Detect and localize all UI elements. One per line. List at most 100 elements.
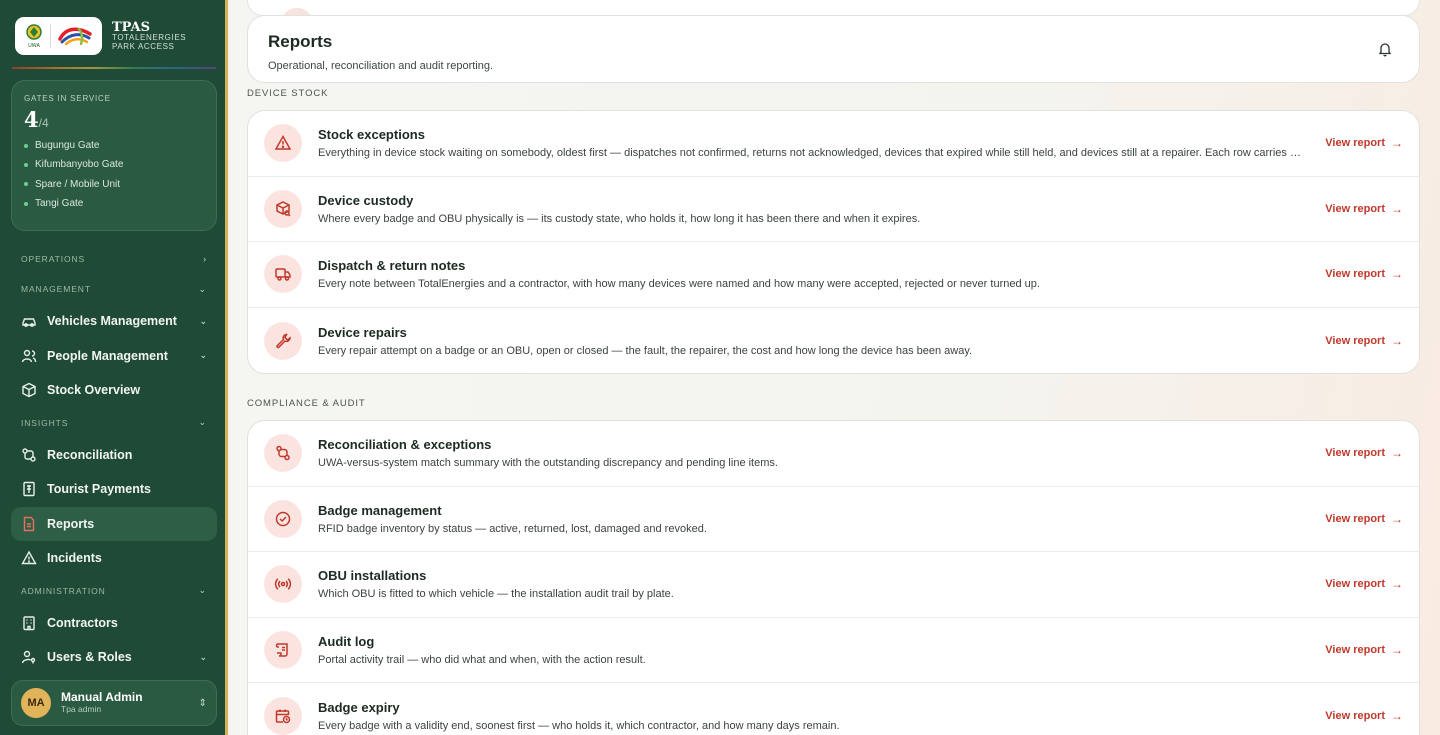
nav-section-insights[interactable]: INSIGHTS ⌄	[11, 408, 217, 438]
scroll-text-icon	[264, 631, 302, 670]
chevron-down-icon: ⌄	[199, 315, 207, 326]
view-report-label: View report	[1325, 512, 1385, 525]
report-text: Dispatch & return notes Every note betwe…	[318, 258, 1307, 290]
sidebar-item-people[interactable]: People Management ⌄	[11, 339, 217, 374]
user-menu[interactable]: MA Manual Admin Tpa admin ⇕	[11, 680, 217, 726]
report-text: Badge expiry Every badge with a validity…	[318, 700, 1307, 732]
report-row[interactable]: Badge expiry Every badge with a validity…	[248, 683, 1419, 735]
file-report-icon	[21, 516, 37, 532]
gates-label: GATES IN SERVICE	[24, 94, 111, 103]
view-report-link[interactable]: View report →	[1325, 709, 1403, 723]
nav-section-administration[interactable]: ADMINISTRATION ⌄	[11, 576, 217, 606]
view-report-label: View report	[1325, 202, 1385, 215]
arrow-right-icon: →	[1391, 643, 1403, 658]
report-row[interactable]: Device repairs Every repair attempt on a…	[248, 308, 1419, 374]
sidebar-item-reports[interactable]: Reports	[11, 506, 217, 541]
warning-icon	[21, 550, 37, 566]
user-role: Tpa admin	[61, 704, 102, 715]
view-report-link[interactable]: View report →	[1325, 202, 1403, 216]
report-title: Badge management	[318, 502, 442, 518]
report-title: Audit log	[318, 634, 375, 650]
report-title: Device repairs	[318, 324, 407, 340]
view-report-link[interactable]: View report →	[1325, 512, 1403, 526]
report-row[interactable]: Reconciliation & exceptions UWA-versus-s…	[248, 421, 1419, 487]
sidebar-item-reconciliation[interactable]: Reconciliation	[11, 438, 217, 473]
user-name: Manual Admin	[61, 690, 143, 705]
nav-section-operations[interactable]: OPERATIONS ›	[11, 244, 217, 274]
device-stock-report-list: Stock exceptions Everything in device st…	[247, 110, 1420, 375]
gates-in-service-card: GATES IN SERVICE 4/4 Bugungu Gate Kifumb…	[11, 80, 217, 231]
svg-text:UWA: UWA	[28, 43, 40, 49]
page-header: Reports Operational, reconciliation and …	[247, 15, 1420, 83]
gate-name: Tangi Gate	[35, 198, 84, 210]
wrench-icon	[264, 321, 302, 360]
arrow-right-icon: →	[1391, 201, 1403, 216]
arrow-right-icon: →	[1391, 577, 1403, 592]
brand-title: TPAS	[112, 19, 150, 35]
sidebar-item-stock[interactable]: Stock Overview	[11, 373, 217, 408]
report-description: Which OBU is fitted to which vehicle — t…	[318, 588, 674, 601]
status-dot-icon	[24, 143, 28, 148]
nav-section-label: OPERATIONS	[21, 254, 86, 264]
building-icon	[21, 615, 37, 631]
arrow-right-icon: →	[1391, 446, 1403, 461]
report-description: Every badge with a validity end, soonest…	[318, 720, 840, 733]
sidebar-item-label: Stock Overview	[47, 383, 141, 398]
report-title: Device custody	[318, 192, 414, 208]
chevron-down-icon: ⌄	[198, 283, 207, 294]
report-row[interactable]: OBU installations Which OBU is fitted to…	[248, 552, 1419, 618]
page-title: Reports	[268, 32, 333, 51]
sidebar-item-label: Reports	[47, 516, 95, 531]
sidebar-item-contractors[interactable]: Contractors	[11, 606, 217, 641]
bell-icon[interactable]	[1377, 41, 1393, 62]
package-search-icon	[264, 189, 302, 228]
scrolled-card-edge	[247, 0, 1420, 22]
view-report-link[interactable]: View report →	[1325, 334, 1403, 348]
report-text: Audit log Portal activity trail — who di…	[318, 634, 1307, 666]
report-text: Device custody Where every badge and OBU…	[318, 193, 1307, 225]
view-report-link[interactable]: View report →	[1325, 267, 1403, 281]
sidebar-item-label: Tourist Payments	[47, 482, 151, 497]
report-row[interactable]: Badge management RFID badge inventory by…	[248, 487, 1419, 553]
sidebar-item-label: Vehicles Management	[47, 314, 177, 329]
section-label-compliance: COMPLIANCE & AUDIT	[247, 398, 366, 409]
page-subtitle: Operational, reconciliation and audit re…	[268, 60, 494, 72]
report-row[interactable]: Audit log Portal activity trail — who di…	[248, 618, 1419, 684]
view-report-link[interactable]: View report →	[1325, 446, 1403, 460]
report-row[interactable]: Stock exceptions Everything in device st…	[248, 111, 1419, 177]
view-report-link[interactable]: View report →	[1325, 136, 1403, 150]
logo-divider	[50, 24, 51, 48]
badge-check-icon	[264, 499, 302, 538]
sidebar-item-incidents[interactable]: Incidents	[11, 541, 217, 576]
sidebar-item-label: Reconciliation	[47, 447, 133, 462]
view-report-link[interactable]: View report →	[1325, 643, 1403, 657]
users-icon	[21, 348, 37, 364]
report-description: Where every badge and OBU physically is …	[318, 212, 921, 225]
sidebar-item-tourist-payments[interactable]: Tourist Payments	[11, 472, 217, 507]
gates-total-count: /4	[38, 116, 49, 130]
sidebar: UWA TPAS TOTALENERGIES PARK ACCESS GATES…	[0, 0, 228, 735]
nav-section-label: INSIGHTS	[21, 417, 69, 428]
view-report-label: View report	[1325, 334, 1385, 347]
brand-divider	[12, 67, 216, 69]
box-icon	[21, 382, 37, 398]
nav-section-management[interactable]: MANAGEMENT ⌄	[11, 274, 217, 304]
chevron-down-icon: ⌄	[199, 651, 207, 662]
report-row[interactable]: Device custody Where every badge and OBU…	[248, 177, 1419, 243]
view-report-link[interactable]: View report →	[1325, 577, 1403, 591]
report-description: RFID badge inventory by status — active,…	[318, 522, 707, 535]
gates-count: 4/4	[24, 107, 204, 132]
report-row[interactable]: Dispatch & return notes Every note betwe…	[248, 242, 1419, 308]
gate-list: Bugungu Gate Kifumbanyobo Gate Spare / M…	[24, 136, 204, 213]
car-icon	[21, 313, 37, 329]
view-report-label: View report	[1325, 578, 1385, 591]
sidebar-item-users-roles[interactable]: Users & Roles ⌄	[11, 640, 217, 675]
report-description: UWA-versus-system match summary with the…	[318, 457, 778, 470]
main-content: Reports Operational, reconciliation and …	[231, 0, 1440, 735]
brand[interactable]: UWA TPAS TOTALENERGIES PARK ACCESS	[15, 16, 215, 56]
sidebar-item-vehicles[interactable]: Vehicles Management ⌄	[11, 304, 217, 339]
arrow-right-icon: →	[1391, 267, 1403, 282]
totalenergies-logo-icon	[58, 27, 92, 46]
report-description: Every note between TotalEnergies and a c…	[318, 278, 1040, 291]
sidebar-item-label: Incidents	[47, 551, 102, 566]
